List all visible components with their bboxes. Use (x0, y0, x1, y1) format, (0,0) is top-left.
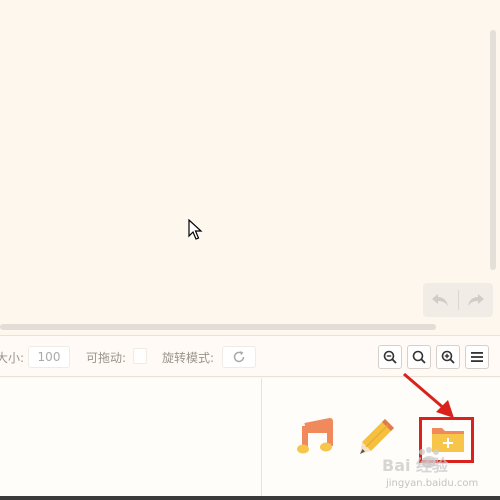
zoom-out-button[interactable] (378, 345, 402, 369)
watermark: Bai 经验 jingyan.baidu.com (380, 447, 500, 496)
zoom-in-icon (441, 350, 455, 364)
bottom-bar (0, 496, 500, 500)
drag-label: 可拖动: (86, 351, 127, 365)
zoom-reset-button[interactable] (407, 345, 431, 369)
bottom-panel-divider (261, 378, 262, 496)
music-icon[interactable] (296, 418, 334, 456)
watermark-brand: Bai 经验 (382, 456, 449, 475)
pencil-icon[interactable] (357, 416, 399, 456)
annotation-arrow-icon (403, 372, 454, 418)
zoom-reset-icon (412, 350, 426, 364)
watermark-url: jingyan.baidu.com (386, 478, 479, 489)
drag-toggle[interactable] (133, 348, 147, 364)
zoom-in-button[interactable] (436, 345, 460, 369)
zoom-out-icon (383, 350, 397, 364)
undo-button[interactable] (423, 283, 458, 317)
mouse-cursor-icon (188, 219, 203, 240)
undo-icon (432, 294, 449, 306)
size-label: 大小: (0, 351, 25, 365)
rotate-mode-button[interactable] (222, 346, 256, 368)
undo-redo-group (423, 283, 493, 317)
horizontal-scrollbar[interactable] (0, 324, 436, 330)
rotate-mode-label: 旋转模式: (162, 351, 215, 365)
menu-icon (471, 352, 483, 362)
size-input[interactable]: 100 (28, 346, 70, 368)
redo-icon (467, 294, 484, 306)
redo-button[interactable] (458, 283, 493, 317)
rotate-icon (233, 351, 245, 363)
menu-button[interactable] (465, 345, 489, 369)
vertical-scrollbar[interactable] (490, 30, 496, 270)
